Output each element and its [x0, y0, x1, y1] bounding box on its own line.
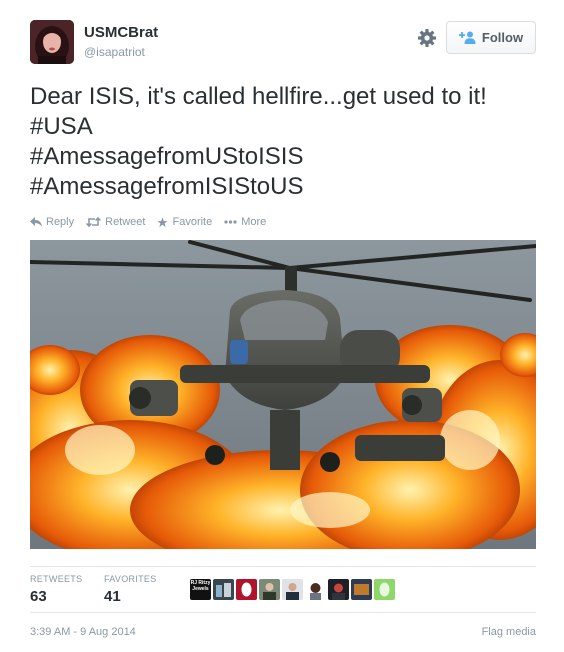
- hashtag-link[interactable]: #USA: [30, 112, 540, 142]
- favoriter-avatars: RJ Ritzy Jewels: [190, 579, 395, 600]
- follow-button[interactable]: Follow: [446, 21, 536, 54]
- reply-label: Reply: [46, 216, 75, 228]
- favorite-action[interactable]: Favorite: [157, 216, 212, 228]
- favorite-label: Favorite: [172, 216, 213, 228]
- user-display-name[interactable]: USMCBrat: [84, 24, 158, 41]
- follow-button-label: Follow: [481, 30, 524, 45]
- retweet-icon: [86, 217, 102, 227]
- add-user-icon: [458, 31, 476, 44]
- favoriter-avatar[interactable]: [236, 579, 257, 600]
- favoriter-avatar[interactable]: [374, 579, 395, 600]
- reply-icon: [30, 217, 42, 227]
- user-handle[interactable]: @isapatriot: [84, 45, 145, 59]
- retweet-label: Retweet: [105, 216, 146, 228]
- favoriter-avatar[interactable]: [213, 579, 234, 600]
- favoriter-avatar[interactable]: [351, 579, 372, 600]
- favoriter-avatar[interactable]: [305, 579, 326, 600]
- favorites-label: FAVORITES: [104, 574, 157, 584]
- ellipsis-icon: [224, 220, 237, 224]
- retweets-label: RETWEETS: [30, 574, 83, 584]
- favoriter-avatar[interactable]: [328, 579, 349, 600]
- tweet-card: USMCBrat @isapatriot Follow Dear ISIS, i…: [0, 0, 564, 652]
- tweet-text: Dear ISIS, it's called hellfire...get us…: [30, 82, 540, 202]
- reply-action[interactable]: Reply: [30, 216, 74, 228]
- retweet-count[interactable]: RETWEETS 63: [30, 574, 82, 605]
- favoriter-avatar[interactable]: [259, 579, 280, 600]
- more-label: More: [241, 216, 267, 228]
- tweet-timestamp[interactable]: 3:39 AM - 9 Aug 2014: [30, 626, 136, 638]
- tweet-photo[interactable]: [30, 240, 536, 549]
- tweet-text-body: Dear ISIS, it's called hellfire...get us…: [30, 83, 487, 110]
- star-icon: [157, 216, 169, 228]
- stats-bottom-divider: [30, 612, 536, 613]
- hashtag-link[interactable]: #AmessagefromUStoISIS: [30, 142, 540, 172]
- retweets-value: 63: [30, 588, 47, 605]
- more-action[interactable]: More: [224, 216, 266, 228]
- hashtag-link[interactable]: #AmessagefromISIStoUS: [30, 172, 540, 202]
- favorites-value: 41: [104, 588, 121, 605]
- stats-top-divider: [30, 566, 536, 567]
- flag-media-link[interactable]: Flag media: [482, 626, 536, 638]
- tweet-actions: Reply Retweet Favorite More: [30, 214, 278, 230]
- user-avatar[interactable]: [30, 20, 74, 64]
- favoriter-avatar[interactable]: RJ Ritzy Jewels: [190, 579, 211, 600]
- gear-icon[interactable]: [416, 27, 438, 49]
- favorite-count[interactable]: FAVORITES 41: [104, 574, 157, 605]
- favoriter-avatar[interactable]: [282, 579, 303, 600]
- retweet-action[interactable]: Retweet: [86, 216, 145, 228]
